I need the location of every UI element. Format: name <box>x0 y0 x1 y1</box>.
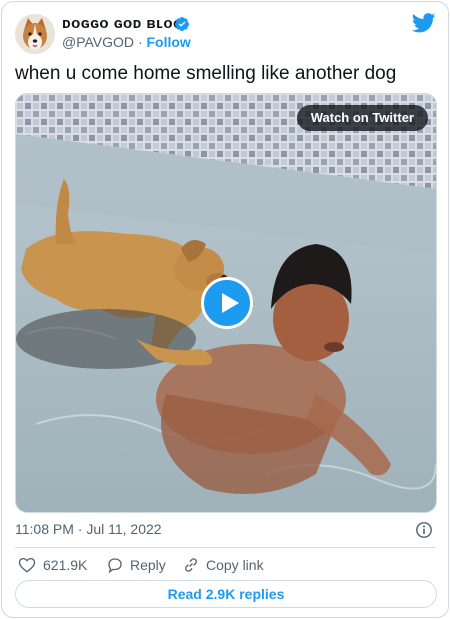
verified-badge-icon <box>174 17 189 31</box>
tweet-text: when u come home smelling like another d… <box>15 63 397 84</box>
read-replies-button[interactable]: Read 2.9K replies <box>15 580 437 608</box>
heart-icon <box>18 557 36 573</box>
reply-label: Reply <box>130 557 166 573</box>
twitter-bird-icon[interactable] <box>412 13 436 33</box>
reply-bubble-icon <box>108 558 122 574</box>
follow-link[interactable]: Follow <box>147 34 191 50</box>
like-button[interactable]: 621.9K <box>18 555 92 575</box>
display-name[interactable]: ᴅᴏɢɢᴏ ɢᴏᴅ ʙʟᴏɢ <box>62 15 182 32</box>
user-handle[interactable]: @PAVGOD <box>62 34 134 50</box>
handle-row: @PAVGOD · Follow <box>62 34 191 50</box>
watch-on-twitter-button[interactable]: Watch on Twitter <box>296 105 428 131</box>
info-icon[interactable] <box>415 521 433 539</box>
tweet-card: ᴅᴏɢɢᴏ ɢᴏᴅ ʙʟᴏɢ @PAVGOD · Follow when u c… <box>1 1 449 618</box>
play-icon <box>222 293 239 313</box>
like-count: 621.9K <box>43 557 88 573</box>
separator-dot: · <box>137 34 143 50</box>
avatar[interactable] <box>15 14 55 54</box>
copy-link-button[interactable]: Copy link <box>182 555 264 575</box>
tweet-timestamp[interactable]: 11:08 PM · Jul 11, 2022 <box>15 521 162 537</box>
divider <box>15 547 435 548</box>
link-icon <box>185 558 197 572</box>
play-button[interactable] <box>201 277 253 329</box>
dog-avatar-icon <box>15 14 55 54</box>
reply-button[interactable]: Reply <box>106 555 166 575</box>
video-media[interactable]: Watch on Twitter <box>15 93 437 513</box>
copy-link-label: Copy link <box>206 557 264 573</box>
